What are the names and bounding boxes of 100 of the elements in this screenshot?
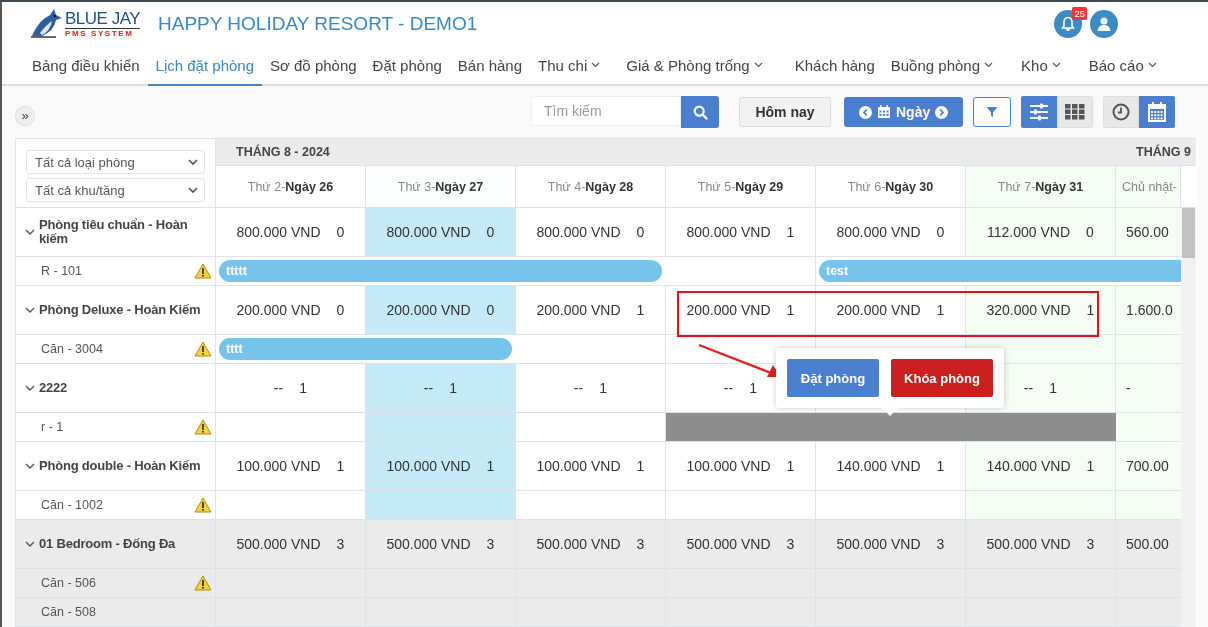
price-cell[interactable]: 500.000 VND 3: [816, 520, 966, 568]
blocked-cell[interactable]: [666, 413, 816, 441]
available-count: 1: [786, 458, 795, 474]
calendar-button[interactable]: [1139, 96, 1176, 128]
available-count: 1: [786, 224, 795, 240]
room-type-name: Phòng tiêu chuẩn - Hoàn kiếm: [39, 218, 189, 246]
list-view-button[interactable]: [1021, 96, 1058, 128]
chevron-down-icon[interactable]: [25, 384, 35, 392]
room-name: Căn - 508: [41, 605, 96, 619]
chevron-down-icon[interactable]: [25, 228, 35, 236]
price-text: 700.00: [1126, 458, 1169, 474]
price-text: 200.000 VND: [836, 302, 921, 318]
available-count: 1: [1086, 302, 1095, 318]
nav-tab[interactable]: Báo cáo: [1080, 46, 1165, 86]
available-count: 3: [936, 536, 945, 552]
price-cell[interactable]: 100.000 VND 1: [366, 442, 516, 490]
lock-room-button[interactable]: Khóa phòng: [891, 359, 993, 397]
chevron-down-icon[interactable]: [25, 306, 35, 314]
price-cell[interactable]: 800.000 VND 0: [366, 208, 516, 256]
room-name: r - 1: [41, 420, 64, 434]
price-text: 500.000 VND: [236, 536, 321, 552]
price-text: 500.000 VND: [686, 536, 771, 552]
caret-icon: [188, 186, 198, 194]
search-button[interactable]: [681, 96, 719, 128]
calendar-cell[interactable]: [1116, 413, 1181, 441]
month-label: THÁNG 9: [1136, 145, 1191, 159]
nav-tab[interactable]: Khách hàng: [786, 46, 883, 86]
price-cell[interactable]: 560.00: [1116, 208, 1181, 256]
scrollbar[interactable]: [1181, 208, 1196, 627]
sliders-icon: [1029, 103, 1050, 121]
logo-tagline: PMS SYSTEM: [65, 29, 134, 39]
chevron-down-icon[interactable]: [25, 462, 35, 470]
room-name: Căn - 3004: [41, 342, 103, 356]
nav-tab[interactable]: Buồng phòng: [882, 46, 1002, 86]
price-cell[interactable]: 700.00: [1116, 442, 1181, 490]
available-count: 0: [486, 302, 495, 318]
available-count: 1: [936, 458, 945, 474]
day-header: Thứ 2-Ngày 26: [216, 166, 366, 208]
filter-icon: [986, 106, 999, 118]
today-button[interactable]: Hôm nay: [739, 97, 831, 127]
calendar-icon: [1148, 102, 1167, 122]
calendar-cell[interactable]: [366, 413, 516, 441]
filter-select[interactable]: Tất cả loại phòng: [26, 150, 205, 174]
price-cell[interactable]: 320.000 VND 1: [966, 286, 1116, 334]
logo-name: BLUE JAY: [65, 10, 141, 29]
price-cell[interactable]: 500.000 VND 3: [516, 520, 666, 568]
expand-button[interactable]: »: [15, 106, 35, 126]
available-count: 1: [1086, 458, 1095, 474]
filter-select[interactable]: Tất cả khu/tầng: [26, 178, 205, 202]
next-icon[interactable]: [935, 105, 949, 119]
price-cell[interactable]: 140.000 VND 1: [966, 442, 1116, 490]
search-field[interactable]: Tìm kiếm: [531, 96, 681, 126]
grid-view-button[interactable]: [1057, 96, 1094, 128]
nav-tab[interactable]: Bảng điều khiển: [24, 46, 148, 86]
period-button[interactable]: Ngày: [896, 104, 931, 120]
price-text: 100.000 VND: [236, 458, 321, 474]
price-cell[interactable]: 112.000 VND 0: [966, 208, 1116, 256]
calendar-cell[interactable]: [1116, 335, 1181, 363]
price-cell[interactable]: 500.000 VND 3: [666, 520, 816, 568]
room-name: R - 101: [41, 264, 82, 278]
nav-tab[interactable]: Bán hàng: [449, 46, 531, 86]
room-type-name: Phòng double - Hoàn Kiếm: [39, 459, 201, 473]
clock-button[interactable]: [1103, 96, 1140, 128]
price-text: 560.00: [1126, 224, 1169, 240]
calendar-cell[interactable]: [366, 491, 516, 519]
price-cell[interactable]: 500.000 VND 3: [216, 520, 366, 568]
available-count: 3: [636, 536, 645, 552]
calendar-cell[interactable]: [966, 491, 1116, 519]
price-text: 200.000 VND: [686, 302, 771, 318]
price-text: 500.00: [1126, 536, 1169, 552]
day-header: Thứ 7-Ngày 31: [966, 166, 1116, 208]
previous-icon[interactable]: [859, 105, 872, 119]
chevron-down-icon[interactable]: [25, 540, 35, 548]
available-count: 0: [486, 224, 495, 240]
price-cell[interactable]: 1.600.0: [1116, 286, 1181, 334]
available-count: 1: [486, 458, 495, 474]
price-cell[interactable]: 500.000 VND 3: [966, 520, 1116, 568]
day-header: Chủ nhật-: [1116, 166, 1181, 208]
hotel-title: HAPPY HOLIDAY RESORT - DEMO1: [158, 13, 478, 35]
nav-tab[interactable]: Kho: [1013, 46, 1069, 86]
nav-tab[interactable]: Giá & Phòng trống: [618, 46, 771, 86]
nav-tab[interactable]: Thu chi: [530, 46, 609, 86]
price-cell[interactable]: -- 1: [366, 364, 516, 412]
price-text: 800.000 VND: [836, 224, 921, 240]
calendar-cell[interactable]: [1116, 491, 1181, 519]
price-cell[interactable]: 500.00: [1116, 520, 1181, 568]
available-count: 0: [936, 224, 945, 240]
nav-tab[interactable]: Đặt phòng: [364, 46, 450, 86]
price-text: -: [1126, 380, 1131, 396]
available-count: 1: [1049, 380, 1058, 396]
book-room-button[interactable]: Đặt phòng: [787, 359, 879, 397]
blocked-cell[interactable]: [966, 413, 1116, 441]
price-cell[interactable]: -: [1116, 364, 1181, 412]
month-label: THÁNG 8 - 2024: [236, 145, 330, 159]
price-cell[interactable]: 200.000 VND 0: [366, 286, 516, 334]
user-avatar-button[interactable]: [1090, 10, 1118, 38]
filter-button[interactable]: [973, 97, 1012, 127]
nav-tab[interactable]: Sơ đồ phòng: [262, 46, 365, 86]
price-cell[interactable]: 500.000 VND 3: [366, 520, 516, 568]
price-text: 200.000 VND: [536, 302, 621, 318]
